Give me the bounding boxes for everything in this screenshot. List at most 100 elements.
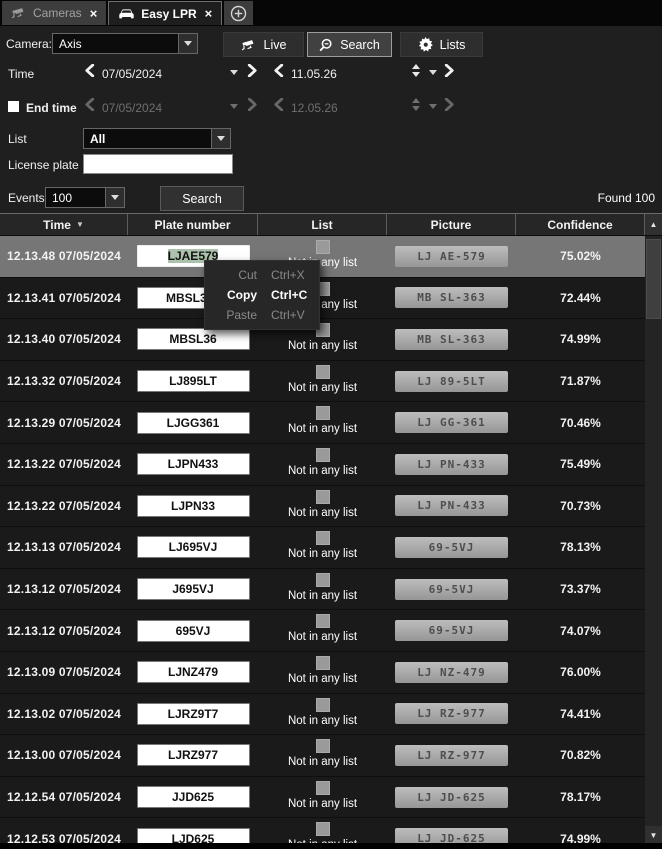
plate-picture: LJ JD-625: [395, 787, 508, 808]
plate-picture: 69-5VJ: [395, 620, 508, 641]
list-checkbox[interactable]: [316, 656, 330, 670]
list-checkbox[interactable]: [316, 614, 330, 628]
end-time-spinner[interactable]: [412, 98, 420, 111]
list-checkbox[interactable]: [316, 240, 330, 254]
table-row[interactable]: 12.13.13 07/05/2024 LJ695VJ Not in any l…: [0, 527, 645, 569]
date-prev-button[interactable]: [84, 64, 95, 77]
column-header-plate[interactable]: Plate number: [128, 214, 258, 235]
end-time-dropdown-caret[interactable]: [429, 104, 437, 109]
menu-item-cut[interactable]: Cut Ctrl+X: [205, 265, 319, 285]
list-checkbox[interactable]: [316, 739, 330, 753]
end-date-prev-button[interactable]: [84, 98, 95, 111]
tab-easy-lpr[interactable]: Easy LPR ×: [108, 1, 222, 25]
events-count-select[interactable]: 100: [45, 187, 125, 208]
live-button[interactable]: Live: [223, 32, 304, 57]
chevron-down-icon[interactable]: [178, 34, 197, 53]
list-checkbox[interactable]: [316, 781, 330, 795]
plate-input[interactable]: LJPN33: [137, 495, 250, 517]
confidence-cell: 75.02%: [516, 236, 645, 277]
plate-input[interactable]: 695VJ: [137, 620, 250, 642]
table-row[interactable]: 12.13.22 07/05/2024 LJPN33 Not in any li…: [0, 486, 645, 528]
plate-input[interactable]: LJRZ9T7: [137, 703, 250, 725]
end-time-value[interactable]: 12.05.26: [291, 101, 338, 115]
table-row[interactable]: 12.13.40 07/05/2024 MBSL36 Not in any li…: [0, 319, 645, 361]
time-cell: 12.13.12 07/05/2024: [0, 610, 128, 651]
menu-item-copy[interactable]: Copy Ctrl+C: [205, 285, 319, 305]
scrollbar-thumb[interactable]: [646, 239, 661, 319]
license-plate-input[interactable]: [83, 154, 233, 174]
scroll-down-button[interactable]: ▼: [645, 826, 662, 844]
confidence-cell: 74.41%: [516, 694, 645, 735]
plate-input[interactable]: LJPN433: [137, 453, 250, 475]
vertical-scrollbar[interactable]: ▼: [645, 236, 662, 844]
table-row[interactable]: 12.13.32 07/05/2024 LJ895LT Not in any l…: [0, 361, 645, 403]
plate-input[interactable]: LJRZ977: [137, 744, 250, 766]
list-checkbox[interactable]: [316, 822, 330, 836]
end-date-dropdown-caret[interactable]: [230, 104, 238, 109]
lists-button[interactable]: Lists: [400, 32, 483, 57]
plate-input[interactable]: LJ695VJ: [137, 536, 250, 558]
table-row[interactable]: 12.13.02 07/05/2024 LJRZ9T7 Not in any l…: [0, 694, 645, 736]
column-header-confidence[interactable]: Confidence: [516, 214, 645, 235]
scroll-up-button[interactable]: ▲: [645, 214, 662, 235]
list-checkbox[interactable]: [316, 448, 330, 462]
end-time-next-button[interactable]: [444, 98, 455, 111]
plate-input[interactable]: LJD625: [137, 828, 250, 843]
table-row[interactable]: 12.12.53 07/05/2024 LJD625 Not in any li…: [0, 818, 645, 843]
plate-input[interactable]: JJD625: [137, 786, 250, 808]
date-dropdown-caret[interactable]: [230, 70, 238, 75]
menu-item-paste[interactable]: Paste Ctrl+V: [205, 305, 319, 325]
chevron-down-icon[interactable]: [105, 188, 124, 207]
table-row[interactable]: 12.12.54 07/05/2024 JJD625 Not in any li…: [0, 777, 645, 819]
table-row[interactable]: 12.13.22 07/05/2024 LJPN433 Not in any l…: [0, 444, 645, 486]
camera-select[interactable]: Axis: [52, 33, 198, 54]
date-next-button[interactable]: [247, 64, 258, 77]
list-checkbox[interactable]: [316, 531, 330, 545]
confidence-cell: 76.00%: [516, 652, 645, 693]
end-time-prev-button[interactable]: [273, 98, 284, 111]
confidence-cell: 78.13%: [516, 527, 645, 568]
time-prev-button[interactable]: [273, 64, 284, 77]
table-row[interactable]: 12.13.09 07/05/2024 LJNZ479 Not in any l…: [0, 652, 645, 694]
close-icon[interactable]: ×: [90, 6, 98, 21]
list-checkbox[interactable]: [316, 406, 330, 420]
table-row[interactable]: 12.13.12 07/05/2024 695VJ Not in any lis…: [0, 610, 645, 652]
table-row[interactable]: 12.13.29 07/05/2024 LJGG361 Not in any l…: [0, 402, 645, 444]
table-row[interactable]: 12.13.12 07/05/2024 J695VJ Not in any li…: [0, 569, 645, 611]
time-dropdown-caret[interactable]: [429, 70, 437, 75]
plate-input[interactable]: J695VJ: [137, 578, 250, 600]
tab-cameras[interactable]: Cameras ×: [2, 1, 106, 25]
plate-input[interactable]: MBSL36: [137, 328, 250, 350]
close-icon[interactable]: ×: [205, 6, 213, 21]
plate-cell: LJRZ977: [128, 735, 258, 776]
search-button[interactable]: Search: [160, 186, 244, 211]
end-date-value[interactable]: 07/05/2024: [102, 101, 162, 115]
list-select[interactable]: All: [83, 128, 231, 149]
time-date-value[interactable]: 07/05/2024: [102, 67, 162, 81]
end-date-next-button[interactable]: [247, 98, 258, 111]
plate-input[interactable]: LJNZ479: [137, 661, 250, 683]
column-header-list[interactable]: List: [258, 214, 387, 235]
end-time-checkbox[interactable]: [8, 101, 19, 112]
column-header-picture[interactable]: Picture: [387, 214, 516, 235]
tab-new[interactable]: [224, 1, 253, 25]
time-spinner[interactable]: [412, 64, 420, 77]
list-checkbox[interactable]: [316, 698, 330, 712]
plate-input[interactable]: LJGG361: [137, 412, 250, 434]
list-status: Not in any list: [288, 465, 357, 477]
plate-input[interactable]: LJ895LT: [137, 370, 250, 392]
chevron-down-icon[interactable]: [211, 129, 230, 148]
time-time-value[interactable]: 11.05.26: [291, 67, 337, 81]
list-checkbox[interactable]: [316, 490, 330, 504]
list-checkbox[interactable]: [316, 365, 330, 379]
time-next-button[interactable]: [444, 64, 455, 77]
plate-picture: LJ GG-361: [395, 412, 508, 433]
column-header-time[interactable]: Time ▼: [0, 214, 128, 235]
table-row[interactable]: 12.13.41 07/05/2024 MBSL363 Not in any l…: [0, 278, 645, 320]
list-status: Not in any list: [288, 631, 357, 643]
table-row[interactable]: 12.13.00 07/05/2024 LJRZ977 Not in any l…: [0, 735, 645, 777]
search-tab-button[interactable]: Search: [307, 32, 392, 57]
table-row[interactable]: 12.13.48 07/05/2024 LJAE579 Not in any l…: [0, 236, 645, 278]
list-checkbox[interactable]: [316, 573, 330, 587]
plate-cell: LJ895LT: [128, 361, 258, 402]
